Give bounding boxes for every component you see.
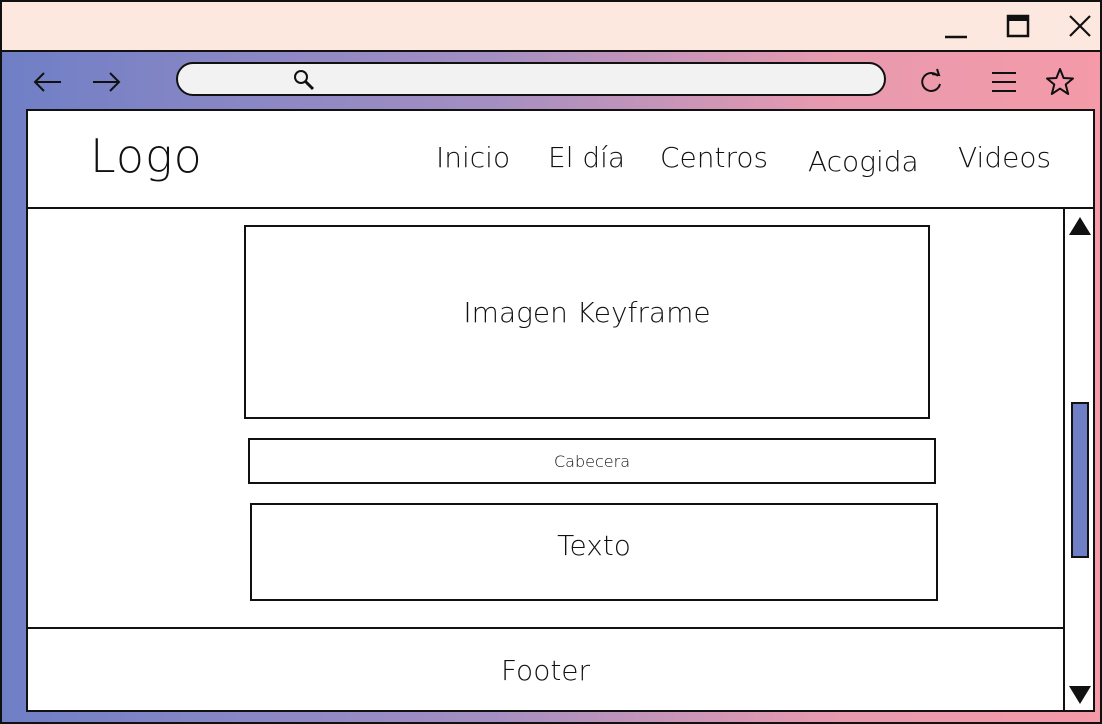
nav-link-el-dia[interactable]: El día	[548, 141, 625, 174]
close-icon[interactable]	[1060, 6, 1100, 46]
title-bar	[2, 2, 1100, 52]
page-viewport: Logo Inicio El día Centros Acogida Video…	[26, 109, 1095, 712]
site-logo[interactable]: Logo	[90, 129, 203, 183]
browser-window: Logo Inicio El día Centros Acogida Video…	[0, 0, 1102, 724]
minimize-icon[interactable]	[936, 6, 976, 46]
search-icon	[292, 68, 316, 96]
url-input[interactable]	[328, 68, 852, 92]
scroll-thumb[interactable]	[1071, 402, 1089, 558]
forward-arrow-icon[interactable]	[86, 62, 126, 102]
header-label: Cabecera	[554, 451, 630, 471]
menu-icon[interactable]	[984, 62, 1024, 102]
footer: Footer	[28, 629, 1063, 710]
keyframe-label: Imagen Keyframe	[463, 295, 711, 329]
text-section: Texto	[250, 503, 938, 601]
address-bar[interactable]	[176, 62, 886, 96]
site-header: Logo Inicio El día Centros Acogida Video…	[28, 111, 1093, 209]
header-section: Cabecera	[248, 438, 936, 484]
nav-link-centros[interactable]: Centros	[660, 141, 768, 174]
footer-label: Footer	[500, 654, 591, 687]
scroll-up-icon[interactable]	[1065, 209, 1093, 243]
star-icon[interactable]	[1040, 62, 1080, 102]
reload-icon[interactable]	[912, 62, 952, 102]
nav-link-videos[interactable]: Videos	[958, 141, 1051, 174]
nav-link-acogida[interactable]: Acogida	[808, 145, 919, 178]
nav-link-inicio[interactable]: Inicio	[436, 141, 510, 174]
vertical-scrollbar[interactable]	[1063, 209, 1093, 710]
scroll-down-icon[interactable]	[1065, 678, 1093, 710]
text-label: Texto	[557, 528, 631, 562]
back-arrow-icon[interactable]	[28, 62, 68, 102]
maximize-icon[interactable]	[998, 6, 1038, 46]
keyframe-image-placeholder: Imagen Keyframe	[244, 225, 930, 419]
